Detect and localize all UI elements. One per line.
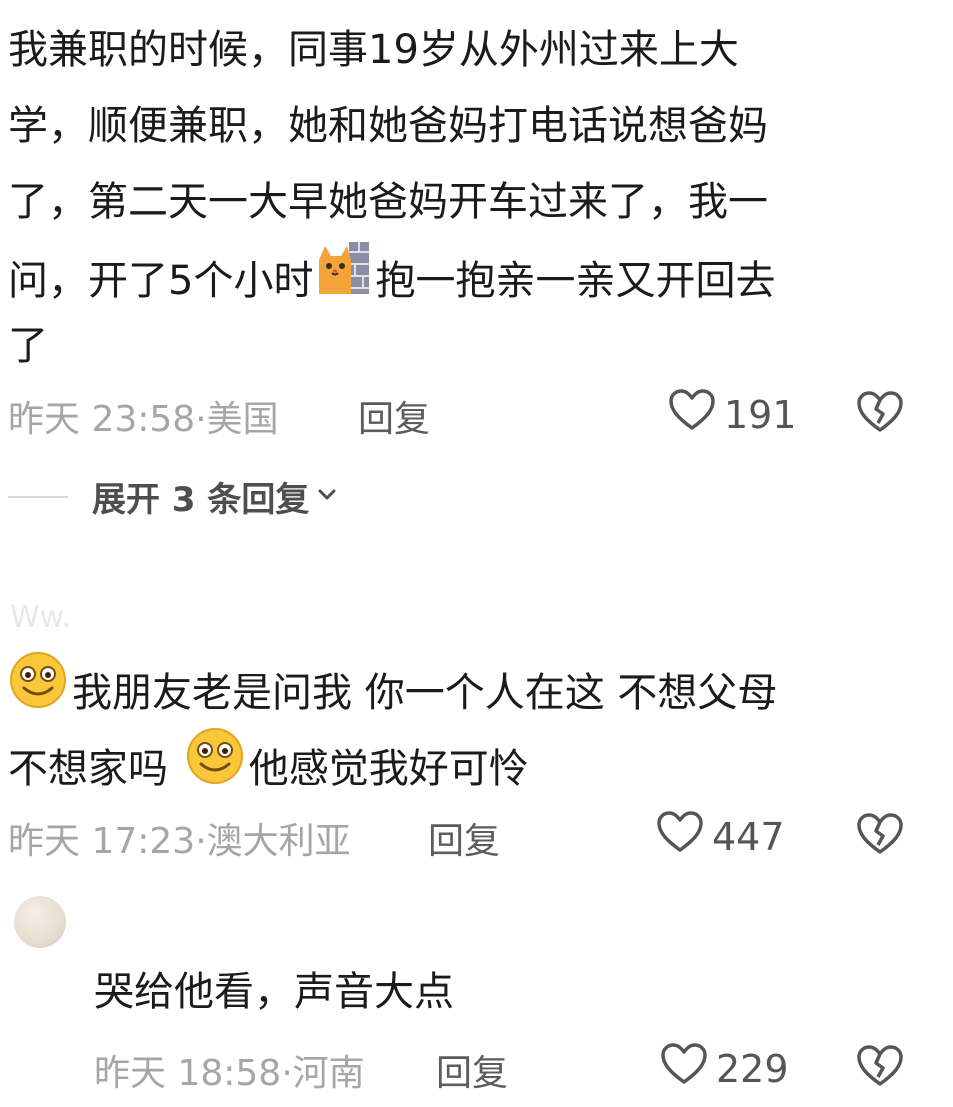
username[interactable]: Ww. [10,600,71,635]
reply-text: 哭给他看，声音大点 [94,969,454,1015]
reply-button[interactable]: 回复 [428,812,500,864]
reply-button[interactable]: 回复 [358,390,430,442]
heart-outline-icon [660,1042,708,1095]
comment-meta: 昨天 23:58·美国 [8,390,279,442]
location: 美国 [206,399,279,440]
comment-text-line-4: 问，开了5个小时 抱一抱亲一亲又开回去 [8,240,775,321]
comment-text-segment: 我朋友老是问我 你一个人在这 不想父母 [72,669,778,716]
comment-text-line-2: 学，顺便兼职，她和她爸妈打电话说想爸妈 [8,103,768,149]
dislike-button[interactable] [856,812,904,860]
dislike-button[interactable] [856,390,904,438]
broken-heart-icon [856,391,904,438]
comment-text-segment: 问，开了5个小时 [8,257,314,304]
expand-replies-button[interactable]: 展开 3 条回复 [8,472,339,521]
broken-heart-icon [856,813,904,860]
cat-peeking-icon [317,240,371,321]
like-count: 447 [712,814,785,859]
dislike-button[interactable] [856,1044,904,1092]
location: 河南 [292,1053,365,1094]
chevron-down-icon [315,483,339,511]
reply-button[interactable]: 回复 [436,1044,508,1096]
comment-meta: 昨天 17:23·澳大利亚 [8,812,351,864]
like-count: 191 [724,392,797,437]
like-button[interactable]: 191 [668,388,797,441]
smiling-face-icon [185,726,245,811]
comment-text-line-1: 我朋友老是问我 你一个人在这 不想父母 [8,650,777,735]
comment-text-line-6: 了 [8,323,48,369]
like-button[interactable]: 447 [656,810,785,863]
expand-replies-label: 展开 3 条回复 [92,480,310,520]
location: 澳大利亚 [206,821,351,862]
comment-text-segment: 抱一抱亲一亲又开回去 [375,257,776,304]
smiling-face-icon [8,650,68,735]
timestamp: 昨天 17:23 [8,821,196,862]
meta-separator: · [195,821,207,862]
comment-text-line-3: 了，第二天一大早她爸妈开车过来了，我一 [8,179,768,225]
heart-outline-icon [668,388,716,441]
like-button[interactable]: 229 [660,1042,789,1095]
timestamp: 昨天 18:58 [94,1053,282,1094]
reply-meta: 昨天 18:58·河南 [94,1044,365,1096]
timestamp: 昨天 23:58 [8,399,196,440]
heart-outline-icon [656,810,704,863]
divider [8,495,68,498]
meta-separator: · [195,399,207,440]
comment-text-segment: 不想家吗 [8,745,181,792]
like-count: 229 [716,1046,789,1091]
avatar[interactable] [14,896,66,948]
meta-separator: · [281,1053,293,1094]
comment-text-segment: 他感觉我好可怜 [248,745,529,792]
comment-text-line-2: 不想家吗 他感觉我好可怜 [8,726,529,811]
broken-heart-icon [856,1045,904,1092]
comment-text-line-1: 我兼职的时候，同事19岁从外州过来上大 [8,27,739,73]
